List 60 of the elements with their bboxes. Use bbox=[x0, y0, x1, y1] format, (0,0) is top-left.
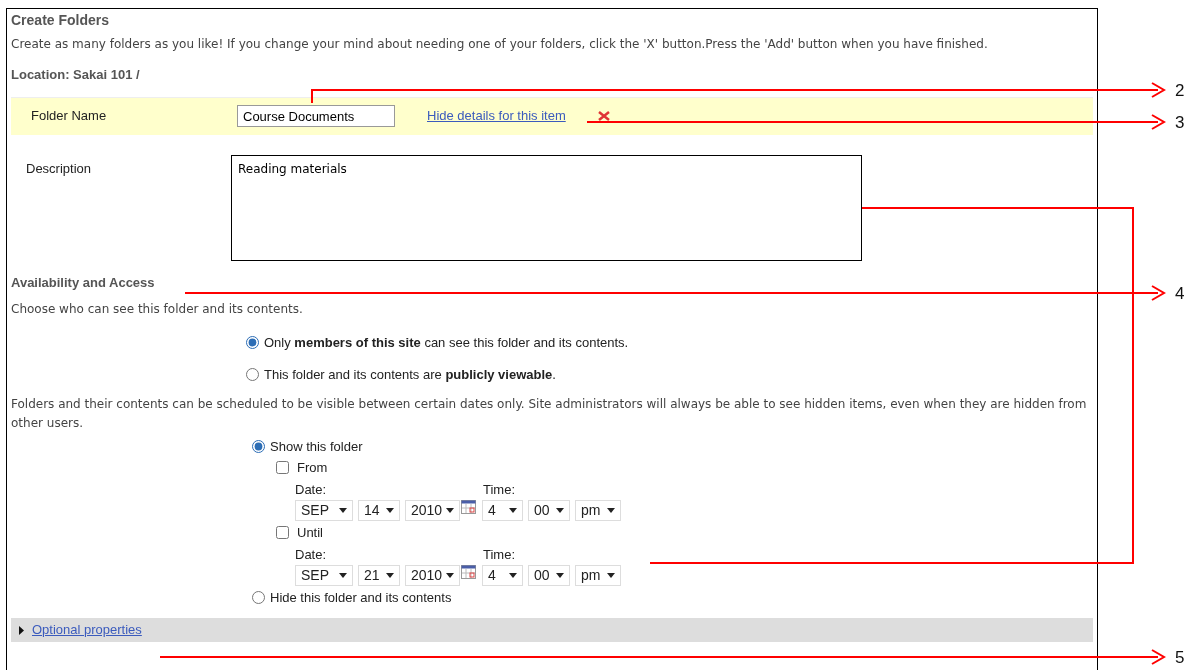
caret-icon bbox=[446, 573, 454, 578]
calendar-icon[interactable] bbox=[461, 565, 476, 579]
location-text: Location: Sakai 101 / bbox=[11, 66, 141, 84]
month-select[interactable]: SEP bbox=[295, 500, 353, 521]
delete-icon[interactable] bbox=[597, 111, 610, 121]
description-field[interactable]: Reading materials bbox=[231, 154, 862, 261]
page-title: Create Folders bbox=[11, 11, 111, 29]
ampm-select[interactable]: pm bbox=[575, 500, 621, 521]
caret-icon bbox=[556, 573, 564, 578]
section-intro: Choose who can see this folder and its contents. bbox=[11, 301, 304, 318]
calendar-icon[interactable] bbox=[461, 500, 476, 514]
day-select[interactable]: 14 bbox=[358, 500, 400, 521]
callout-number: 3 bbox=[1175, 113, 1185, 132]
hide-option-text: Hide this folder and its contents bbox=[270, 589, 452, 606]
caret-icon bbox=[446, 508, 454, 513]
day-select[interactable]: 21 bbox=[358, 565, 400, 586]
hide-details-link[interactable]: Hide details for this item bbox=[427, 106, 566, 126]
callout-number: 2 bbox=[1175, 81, 1185, 100]
access-option-text: This folder and its contents are publicly viewable. bbox=[264, 366, 556, 383]
section-heading: Availability and Access bbox=[11, 273, 155, 292]
time-label: Time: bbox=[483, 481, 516, 498]
minute-select[interactable]: 00 bbox=[528, 500, 570, 521]
access-radio[interactable] bbox=[246, 336, 259, 349]
show-option-text: Show this folder bbox=[270, 438, 363, 455]
caret-icon bbox=[607, 508, 615, 513]
range-checkbox[interactable] bbox=[276, 461, 289, 474]
caret-icon bbox=[509, 573, 517, 578]
instructions-text: Create as many folders as you like! If you change your mind about needing one of your folders, click the 'X' button.Press the 'Add' button when you have finished. bbox=[11, 36, 989, 53]
expand-arrow-icon[interactable] bbox=[19, 625, 24, 635]
folder-name-field[interactable]: Course Documents bbox=[237, 105, 395, 127]
year-select[interactable]: 2010 bbox=[405, 500, 460, 521]
caret-icon bbox=[386, 573, 394, 578]
hour-select[interactable]: 4 bbox=[482, 565, 523, 586]
range-label: From bbox=[297, 459, 328, 476]
caret-icon bbox=[607, 573, 615, 578]
callout-number: 4 bbox=[1175, 284, 1185, 303]
date-label: Date: bbox=[295, 481, 328, 498]
month-select[interactable]: SEP bbox=[295, 565, 353, 586]
access-option-text: Only members of this site can see this folder and its contents. bbox=[264, 334, 629, 351]
caret-icon bbox=[509, 508, 517, 513]
range-label: Until bbox=[297, 524, 323, 541]
caret-icon bbox=[339, 573, 347, 578]
caret-icon bbox=[386, 508, 394, 513]
year-select[interactable]: 2010 bbox=[405, 565, 460, 586]
time-label: Time: bbox=[483, 546, 516, 563]
hour-select[interactable]: 4 bbox=[482, 500, 523, 521]
access-radio[interactable] bbox=[246, 368, 259, 381]
show-radio[interactable] bbox=[252, 440, 265, 453]
date-label: Date: bbox=[295, 546, 328, 563]
range-checkbox[interactable] bbox=[276, 526, 289, 539]
schedule-intro: Folders and their contents can be scheduled to be visible between certain dates only. Site administrators will always be able to see hidden items, even when they are hidden from other users. bbox=[11, 396, 1088, 432]
hide-radio[interactable] bbox=[252, 591, 265, 604]
callout-number: 5 bbox=[1175, 648, 1185, 667]
caret-icon bbox=[556, 508, 564, 513]
minute-select[interactable]: 00 bbox=[528, 565, 570, 586]
ampm-select[interactable]: pm bbox=[575, 565, 621, 586]
optional-properties-link[interactable]: Optional properties bbox=[32, 620, 142, 640]
folder-name-label: Folder Name bbox=[31, 108, 107, 124]
description-label: Description bbox=[26, 160, 92, 176]
caret-icon bbox=[339, 508, 347, 513]
